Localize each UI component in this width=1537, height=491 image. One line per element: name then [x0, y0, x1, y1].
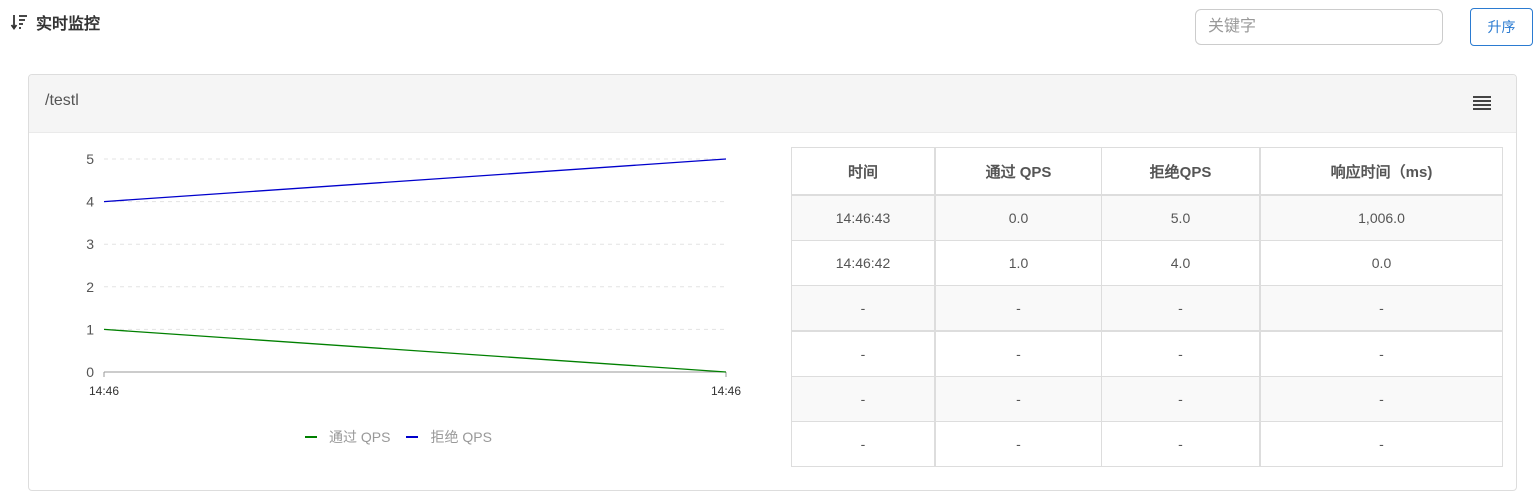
top-bar: 实时监控 升序 — [0, 0, 1537, 60]
cell-response-time: - — [1259, 285, 1503, 332]
qps-line-chart: 0 1 2 3 4 5 14:46 14:46 — [86, 151, 741, 398]
y-tick-label-1: 1 — [86, 321, 94, 337]
page-title-text: 实时监控 — [36, 16, 101, 33]
panel-header: /testl — [29, 75, 1516, 133]
y-tick-label-5: 5 — [86, 151, 94, 167]
legend-label-reject: 拒绝 QPS — [430, 429, 492, 445]
cell-reject-qps: 4.0 — [1101, 240, 1261, 286]
y-tick-label-3: 3 — [86, 236, 94, 252]
table-row: - - - - — [791, 421, 1503, 467]
y-tick-label-4: 4 — [86, 194, 94, 210]
menu-icon[interactable] — [1472, 94, 1492, 112]
resource-name: /testl — [45, 92, 79, 109]
cell-pass-qps: 1.0 — [934, 240, 1102, 286]
table-row: - - - - — [791, 330, 1503, 377]
cell-pass-qps: - — [934, 376, 1102, 422]
cell-time: - — [791, 330, 936, 377]
cell-pass-qps: - — [934, 285, 1102, 332]
y-tick-label-2: 2 — [86, 279, 94, 295]
cell-time: - — [791, 421, 936, 467]
keyword-search-input[interactable] — [1195, 9, 1443, 45]
cell-response-time: 1,006.0 — [1259, 194, 1503, 241]
cell-time: - — [791, 376, 936, 422]
qps-data-table: 时间 通过 QPS 拒绝QPS 响应时间（ms) 14:46:43 0.0 5.… — [791, 147, 1503, 467]
cell-time: 14:46:42 — [791, 240, 936, 286]
cell-pass-qps: 0.0 — [934, 194, 1102, 241]
x-tick-label-0: 14:46 — [89, 384, 119, 398]
sort-descending-icon — [10, 15, 27, 31]
cell-reject-qps: - — [1101, 421, 1261, 467]
header-reject-qps[interactable]: 拒绝QPS — [1101, 147, 1261, 196]
cell-reject-qps: 5.0 — [1101, 194, 1261, 241]
cell-response-time: - — [1259, 376, 1503, 422]
cell-time: 14:46:43 — [791, 194, 936, 241]
cell-reject-qps: - — [1101, 330, 1261, 377]
header-response-time[interactable]: 响应时间（ms) — [1259, 147, 1503, 196]
y-tick-label-0: 0 — [86, 364, 94, 380]
cell-response-time: - — [1259, 330, 1503, 377]
legend-swatch-reject — [406, 436, 419, 438]
cell-time: - — [791, 285, 936, 332]
table-row: 14:46:43 0.0 5.0 1,006.0 — [791, 194, 1503, 241]
sort-ascending-button[interactable]: 升序 — [1470, 8, 1533, 46]
table-row: - - - - — [791, 376, 1503, 422]
cell-pass-qps: - — [934, 421, 1102, 467]
cell-reject-qps: - — [1101, 285, 1261, 332]
cell-response-time: 0.0 — [1259, 240, 1503, 286]
legend-item-reject[interactable]: 拒绝 QPS — [406, 427, 492, 447]
page-title: 实时监控 — [10, 10, 100, 34]
x-tick-label-1: 14:46 — [711, 384, 741, 398]
chart-legend: 通过 QPS 拒绝 QPS — [305, 427, 508, 447]
series-line-pass-qps — [103, 328, 727, 373]
header-pass-qps[interactable]: 通过 QPS — [934, 147, 1102, 196]
table-row: 14:46:42 1.0 4.0 0.0 — [791, 240, 1503, 286]
cell-reject-qps: - — [1101, 376, 1261, 422]
legend-label-pass: 通过 QPS — [329, 429, 391, 445]
table-row: - - - - — [791, 285, 1503, 332]
table-header-row: 时间 通过 QPS 拒绝QPS 响应时间（ms) — [791, 147, 1503, 196]
cell-response-time: - — [1259, 421, 1503, 467]
legend-item-pass[interactable]: 通过 QPS — [305, 427, 390, 447]
header-time[interactable]: 时间 — [791, 147, 936, 196]
cell-pass-qps: - — [934, 330, 1102, 377]
legend-swatch-pass — [305, 436, 317, 438]
series-line-reject-qps — [103, 158, 727, 203]
